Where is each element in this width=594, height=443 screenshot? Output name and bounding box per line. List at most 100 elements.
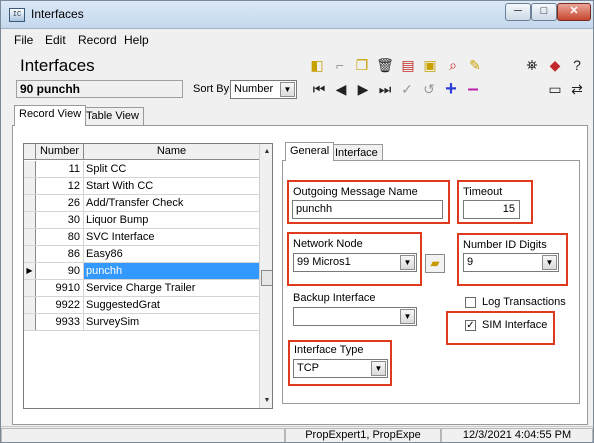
row-number: 80 (36, 229, 84, 245)
scroll-thumb[interactable] (261, 270, 272, 286)
status-bar: PropExpert1, PropExpe 12/3/2021 4:04:55 … (1, 426, 593, 442)
sim-interface-label: SIM Interface (482, 319, 548, 331)
page-title: Interfaces (20, 56, 95, 75)
table-row[interactable]: 11 Split CC (24, 161, 259, 178)
tab-general[interactable]: General (285, 142, 335, 161)
maximize-button[interactable]: □ (531, 3, 557, 21)
search-icon[interactable]: ⌕ (444, 56, 462, 74)
undo-icon[interactable]: ↺ (420, 80, 438, 98)
tab-record-view[interactable]: Record View (14, 105, 87, 126)
clear-icon[interactable]: ⌐ (331, 56, 349, 74)
column-header-name[interactable]: Name (84, 144, 259, 160)
menu-record[interactable]: Record (78, 33, 117, 47)
empty-row (24, 382, 259, 399)
network-node-value: 99 Micros1 (297, 256, 351, 268)
empty-row (24, 331, 259, 348)
status-user: PropExpert1, PropExpe (285, 428, 441, 442)
interface-type-select[interactable]: TCP ▼ (293, 359, 388, 378)
row-name: punchh (84, 263, 259, 279)
table-row[interactable]: 9910 Service Charge Trailer (24, 280, 259, 297)
log-transactions-checkbox[interactable] (465, 297, 476, 308)
menu-help[interactable]: Help (124, 33, 149, 47)
interface-type-value: TCP (297, 362, 319, 374)
row-selector[interactable]: ▶ (24, 263, 36, 279)
table-row[interactable]: 30 Liquor Bump (24, 212, 259, 229)
row-selector[interactable] (24, 229, 36, 245)
app-window-icon: IC (9, 8, 25, 22)
report-icon[interactable]: ▤ (399, 56, 417, 74)
scroll-up-icon[interactable]: ▲ (260, 144, 272, 159)
next-record-icon[interactable]: ▶ (354, 80, 372, 98)
empty-row (24, 399, 259, 408)
row-name: SuggestedGrat (86, 299, 160, 311)
last-record-icon[interactable]: ⏭ (376, 80, 394, 98)
row-selector[interactable] (24, 195, 36, 211)
column-header-number[interactable]: Number (36, 144, 84, 160)
minimize-button[interactable]: ─ (505, 3, 531, 21)
row-name: Service Charge Trailer (86, 282, 196, 294)
menu-bar: File Edit Record Help (1, 30, 593, 49)
bookmark-icon[interactable]: ◆ (546, 56, 564, 74)
folder-icon[interactable]: ▰ (425, 254, 445, 273)
backup-interface-select[interactable]: ▼ (293, 307, 417, 326)
timeout-input[interactable]: 15 (463, 200, 520, 219)
row-selector[interactable] (24, 212, 36, 228)
table-row[interactable]: 9922 SuggestedGrat (24, 297, 259, 314)
row-selector[interactable] (24, 246, 36, 262)
close-button[interactable]: ✕ (557, 3, 591, 21)
add-icon[interactable]: + (442, 79, 460, 99)
delete-icon[interactable]: 🗑 (376, 56, 394, 74)
table-row[interactable]: ▶ 90 punchh (24, 263, 259, 280)
find-icon[interactable]: ⛯ (523, 56, 541, 74)
sim-interface-checkbox[interactable]: ✓ (465, 320, 476, 331)
copy-record-icon[interactable]: ❐ (353, 56, 371, 74)
row-number: 9922 (36, 297, 84, 313)
chevron-down-icon: ▼ (280, 82, 295, 97)
tools-icon[interactable]: ✎ (466, 56, 484, 74)
confirm-icon[interactable]: ✓ (398, 80, 416, 98)
empty-row (24, 365, 259, 382)
previous-record-icon[interactable]: ◀ (332, 80, 350, 98)
properties-icon[interactable]: ▣ (421, 56, 439, 74)
table-row[interactable]: 26 Add/Transfer Check (24, 195, 259, 212)
monitor-icon[interactable]: ▭ (546, 80, 564, 98)
chevron-down-icon: ▼ (371, 361, 386, 376)
status-datetime: 12/3/2021 4:04:55 PM (441, 428, 593, 442)
help-icon[interactable]: ? (568, 56, 586, 74)
table-row[interactable]: 12 Start With CC (24, 178, 259, 195)
backup-interface-label: Backup Interface (293, 292, 376, 304)
table-row[interactable]: 80 SVC Interface (24, 229, 259, 246)
tab-table-view[interactable]: Table View (81, 107, 144, 126)
row-selector[interactable] (24, 314, 36, 330)
row-name: Start With CC (86, 180, 154, 192)
menu-edit[interactable]: Edit (45, 33, 66, 47)
row-name: Liquor Bump (86, 214, 149, 226)
outgoing-message-name-input[interactable]: punchh (292, 200, 443, 219)
title-bar: IC Interfaces ─ □ ✕ (1, 1, 593, 29)
outgoing-message-name-label: Outgoing Message Name (293, 186, 418, 198)
remove-icon[interactable]: – (464, 79, 482, 99)
menu-file[interactable]: File (14, 33, 33, 47)
chevron-down-icon: ▼ (542, 255, 557, 270)
interfaces-grid: Number Name 11 Split CC 12 Start With CC 26 A… (23, 143, 273, 409)
row-selector[interactable] (24, 178, 36, 194)
tab-interface[interactable]: Interface (330, 144, 383, 161)
row-selector[interactable] (24, 280, 36, 296)
number-id-digits-label: Number ID Digits (463, 239, 547, 251)
table-row[interactable]: 9933 SurveySim (24, 314, 259, 331)
grid-scrollbar[interactable]: ▲ ▼ (259, 144, 272, 408)
row-selector[interactable] (24, 297, 36, 313)
new-record-icon[interactable]: ◧ (308, 56, 326, 74)
network-node-label: Network Node (293, 238, 363, 250)
number-id-digits-select[interactable]: 9 ▼ (463, 253, 559, 272)
network-icon[interactable]: ⇄ (568, 80, 586, 98)
row-selector[interactable] (24, 161, 36, 177)
scroll-down-icon[interactable]: ▼ (260, 393, 272, 408)
network-node-select[interactable]: 99 Micros1 ▼ (293, 253, 417, 272)
row-name: Easy86 (86, 248, 123, 260)
first-record-icon[interactable]: ⏮ (310, 80, 328, 98)
chevron-down-icon: ▼ (400, 255, 415, 270)
table-row[interactable]: 86 Easy86 (24, 246, 259, 263)
sort-by-select[interactable]: Number ▼ (230, 80, 297, 99)
current-record: 90 punchh (16, 80, 183, 98)
